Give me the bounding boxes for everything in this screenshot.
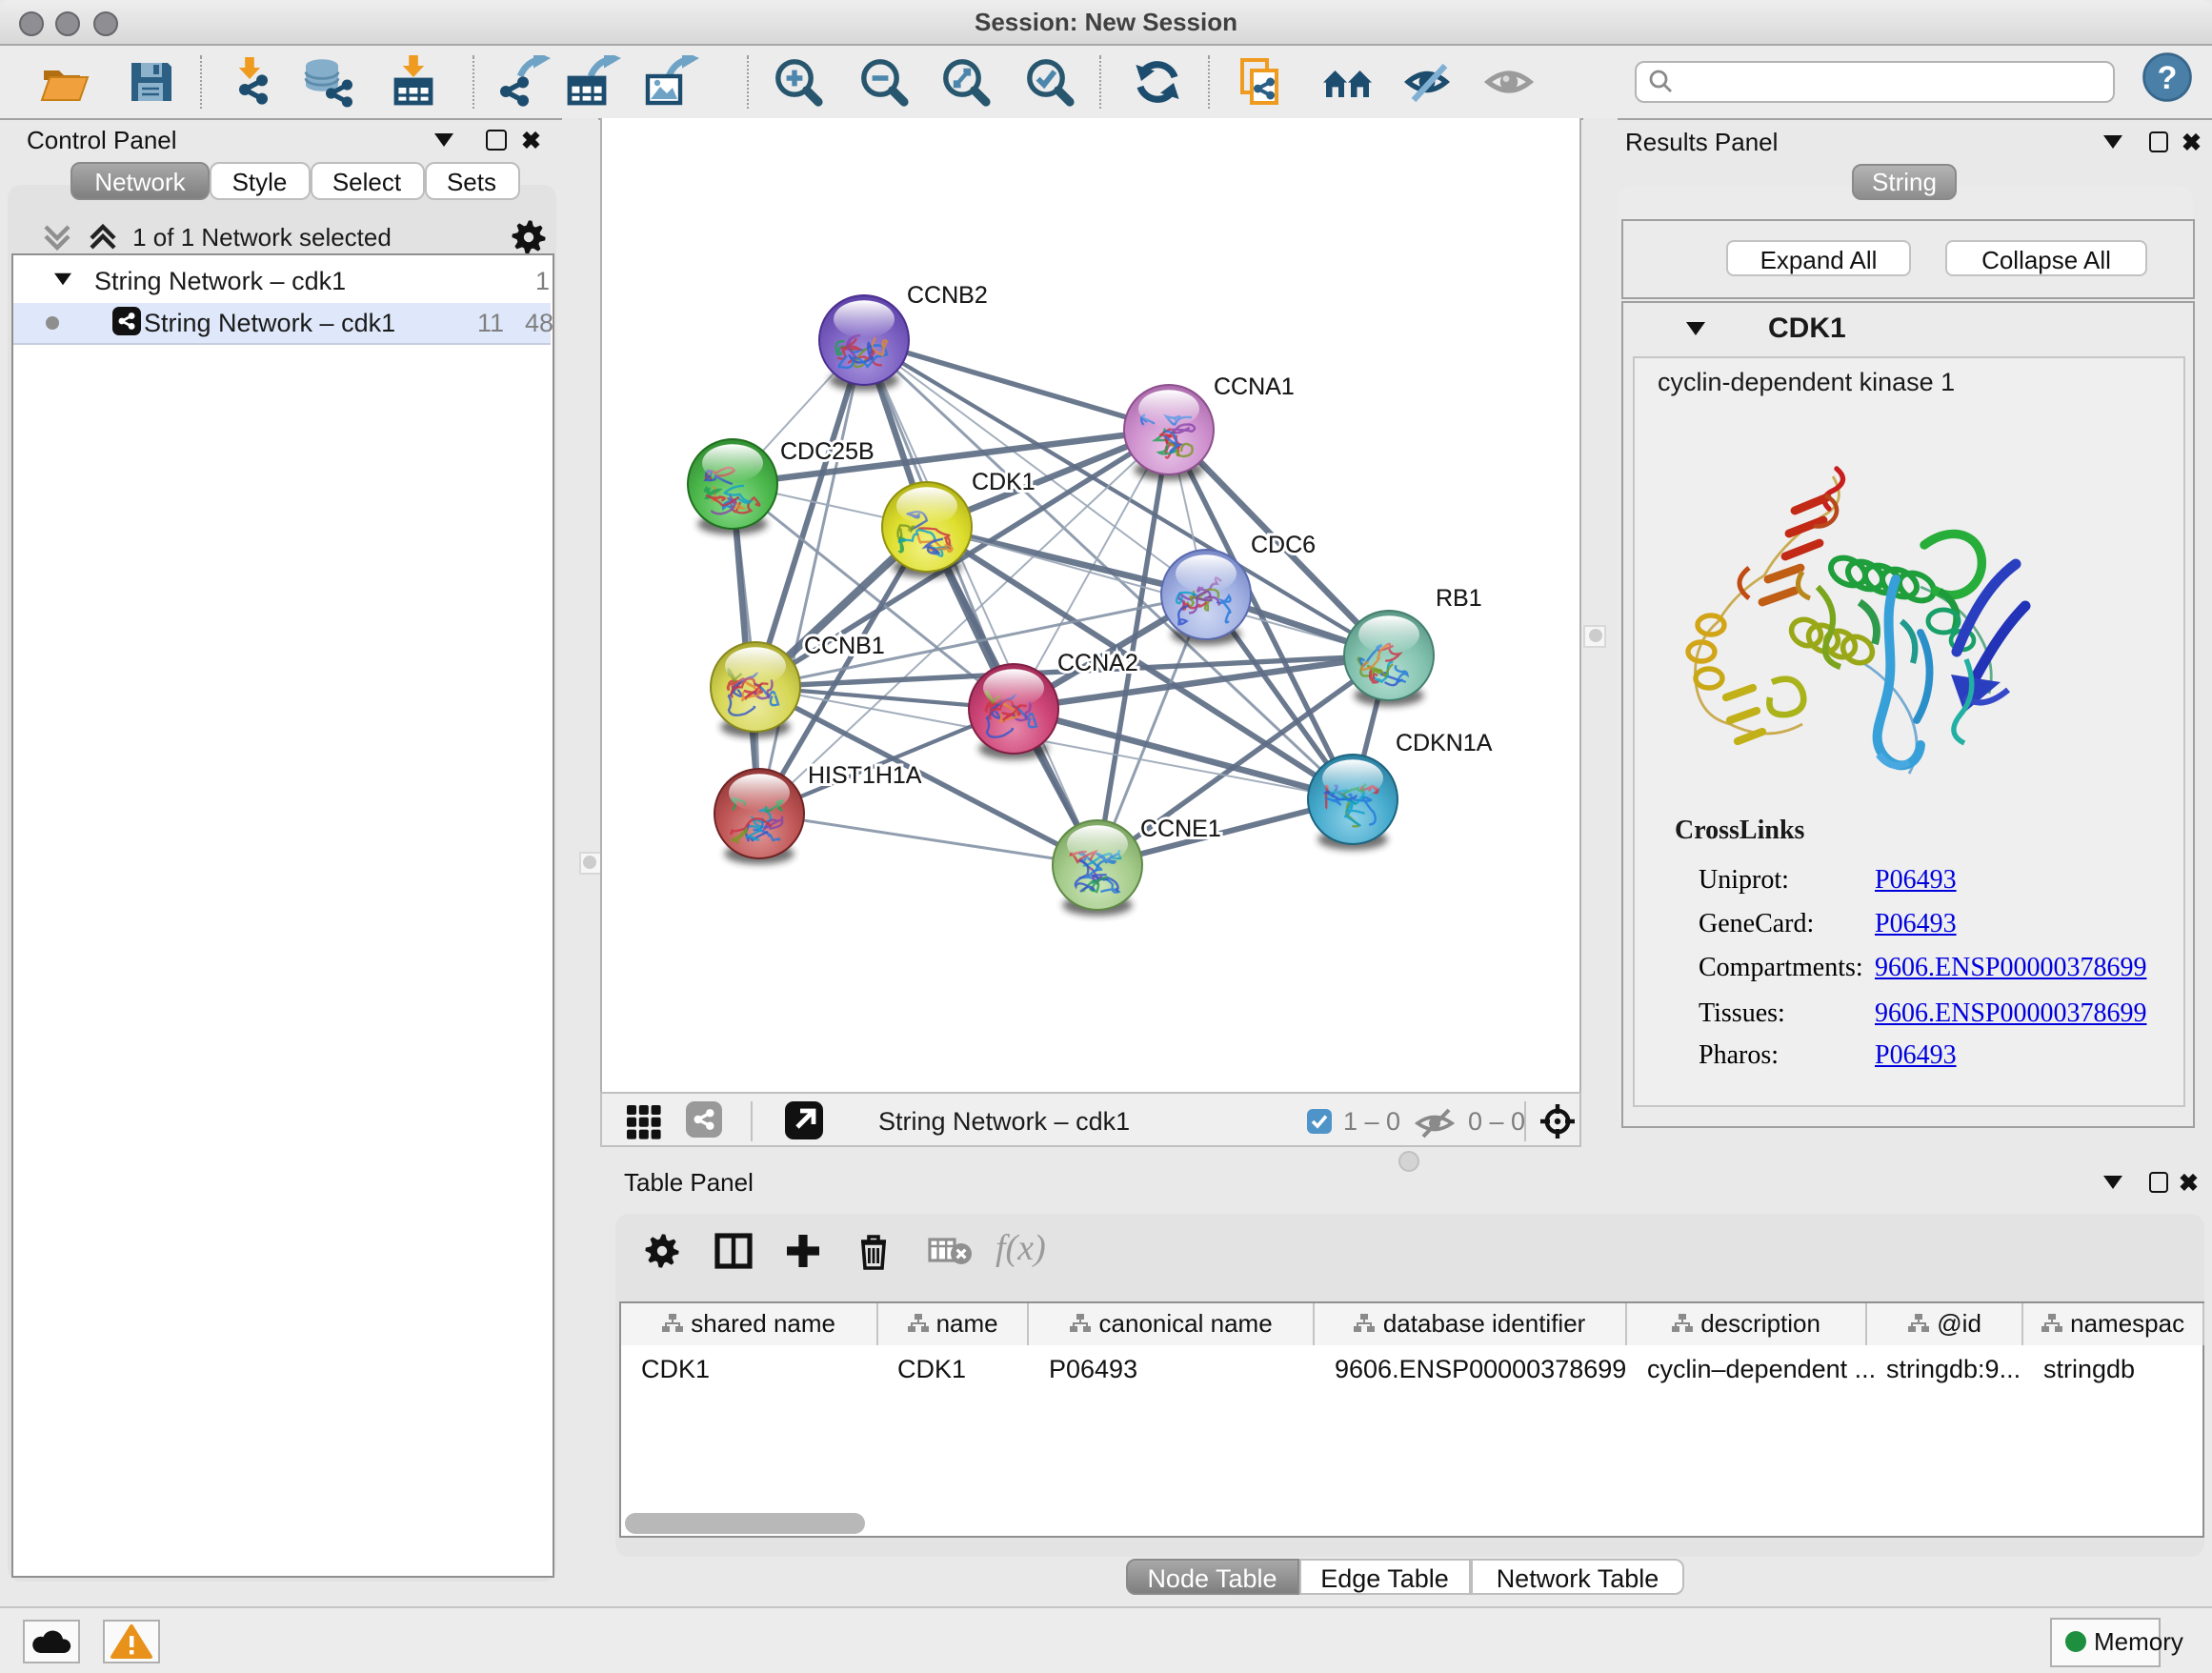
- svg-text:CCNA2: CCNA2: [1056, 650, 1137, 676]
- svg-text:CCNA1: CCNA1: [1213, 373, 1294, 400]
- svg-text:?: ?: [2158, 60, 2178, 96]
- svg-text:CDKN1A: CDKN1A: [1395, 730, 1492, 756]
- svg-text:RB1: RB1: [1435, 585, 1481, 612]
- svg-text:CDC6: CDC6: [1250, 532, 1315, 558]
- svg-text:CDK1: CDK1: [971, 469, 1035, 495]
- svg-text:CCNE1: CCNE1: [1139, 816, 1220, 842]
- svg-text:HIST1H1A: HIST1H1A: [807, 762, 921, 789]
- svg-text:CDC25B: CDC25B: [779, 438, 874, 465]
- svg-text:CCNB2: CCNB2: [906, 282, 987, 309]
- svg-text:CCNB1: CCNB1: [803, 633, 884, 659]
